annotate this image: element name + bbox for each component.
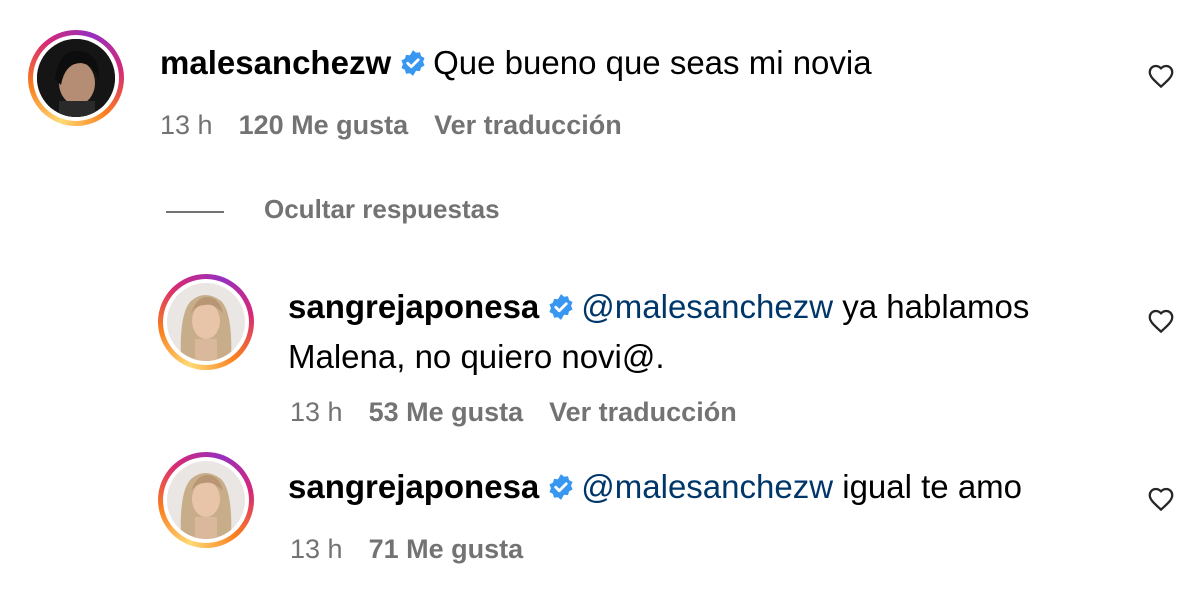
mention-link[interactable]: @malesanchezw [581,468,833,505]
comment-body: ya hablamos [842,288,1030,325]
likes-count[interactable]: 71 Me gusta [369,534,524,564]
avatar[interactable] [158,452,254,548]
likes-count[interactable]: 53 Me gusta [369,397,524,427]
avatar[interactable] [28,30,124,126]
comment-meta: 13 h 120 Me gusta Ver traducción [160,110,648,141]
comment-text-line2: Malena, no quiero novi@. [288,334,665,380]
profile-photo-icon [167,283,245,361]
heart-icon[interactable] [1146,61,1176,91]
hide-replies-label: Ocultar respuestas [264,194,500,224]
comment-text: sangrejaponesa @malesanchezw ya hablamos [288,284,1029,330]
divider [166,211,224,213]
comment-meta: 13 h 53 Me gusta Ver traducción [290,397,763,428]
likes-count[interactable]: 120 Me gusta [239,110,409,140]
verified-badge-icon [549,294,573,320]
profile-photo-icon [37,39,115,117]
verified-badge-icon [549,474,573,500]
comment-text: malesanchezw Que bueno que seas mi novia [160,40,872,86]
heart-icon[interactable] [1146,306,1176,336]
timestamp[interactable]: 13 h [290,397,343,427]
profile-photo-icon [167,461,245,539]
verified-badge-icon [401,50,425,76]
comment-body: Que bueno que seas mi novia [433,44,872,81]
avatar[interactable] [158,274,254,370]
comment-text: sangrejaponesa @malesanchezw igual te amo [288,464,1022,510]
comment-body: igual te amo [842,468,1023,505]
username[interactable]: sangrejaponesa [288,468,539,505]
comment-body-continued: Malena, no quiero novi@. [288,338,665,375]
see-translation-link[interactable]: Ver traducción [549,397,737,427]
timestamp[interactable]: 13 h [160,110,213,140]
username[interactable]: sangrejaponesa [288,288,539,325]
heart-icon[interactable] [1146,484,1176,514]
mention-link[interactable]: @malesanchezw [581,288,833,325]
username[interactable]: malesanchezw [160,44,391,81]
see-translation-link[interactable]: Ver traducción [434,110,622,140]
comment-meta: 13 h 71 Me gusta [290,534,549,565]
timestamp[interactable]: 13 h [290,534,343,564]
